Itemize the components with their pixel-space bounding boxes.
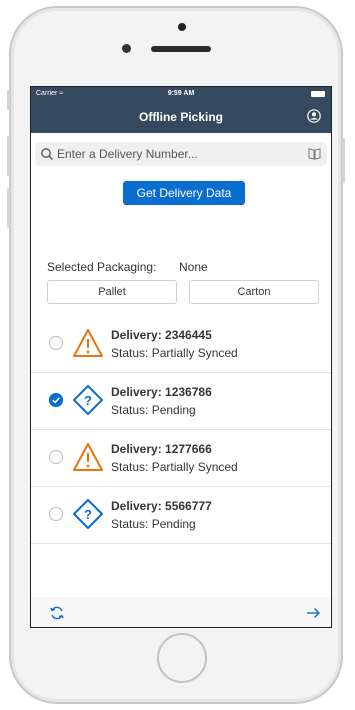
front-camera <box>122 44 131 53</box>
footer-toolbar <box>31 597 331 627</box>
pending-icon: ? <box>73 385 103 415</box>
app-screen: Carrier ≈ 9:59 AM Offline Picking Get De… <box>30 86 332 628</box>
delivery-row[interactable]: Delivery: 2346445 Status: Partially Sync… <box>31 316 331 373</box>
nav-bar: Offline Picking <box>31 101 331 133</box>
packaging-label: Selected Packaging: <box>47 260 157 274</box>
home-button[interactable] <box>157 633 207 683</box>
mute-switch <box>7 90 10 110</box>
svg-text:?: ? <box>84 393 92 408</box>
delivery-status: Status: Partially Synced <box>111 460 238 474</box>
warning-icon <box>73 443 103 471</box>
speaker <box>151 46 211 52</box>
camera <box>178 23 186 31</box>
delivery-number: Delivery: 1236786 <box>111 385 212 399</box>
delivery-number: Delivery: 1277666 <box>111 442 212 456</box>
sync-icon[interactable] <box>49 605 65 621</box>
delivery-status: Status: Pending <box>111 517 196 531</box>
row-radio[interactable] <box>49 336 63 350</box>
packaging-value: None <box>179 260 208 274</box>
row-radio[interactable] <box>49 450 63 464</box>
get-delivery-data-button[interactable]: Get Delivery Data <box>123 181 245 205</box>
svg-text:?: ? <box>84 507 92 522</box>
search-icon <box>41 148 53 160</box>
row-radio[interactable] <box>49 507 63 521</box>
volume-down-button <box>7 188 10 228</box>
warning-icon <box>73 329 103 357</box>
delivery-row[interactable]: ? Delivery: 1236786 Status: Pending <box>31 373 331 430</box>
page-title: Offline Picking <box>138 110 223 124</box>
volume-up-button <box>7 136 10 176</box>
user-profile-icon[interactable] <box>307 109 321 123</box>
carton-button[interactable]: Carton <box>189 280 319 304</box>
power-button <box>342 138 345 183</box>
battery-icon <box>311 91 325 97</box>
delivery-status: Status: Pending <box>111 403 196 417</box>
delivery-row[interactable]: ? Delivery: 5566777 Status: Pending <box>31 487 331 544</box>
search-bar <box>35 142 327 166</box>
pallet-button[interactable]: Pallet <box>47 280 177 304</box>
checked-radio-icon[interactable] <box>49 393 63 407</box>
arrow-right-icon[interactable] <box>305 605 321 621</box>
delivery-number-input[interactable] <box>57 145 297 163</box>
status-bar: Carrier ≈ 9:59 AM <box>31 87 331 101</box>
delivery-number: Delivery: 2346445 <box>111 328 212 342</box>
delivery-number: Delivery: 5566777 <box>111 499 212 513</box>
book-icon[interactable] <box>308 147 321 160</box>
delivery-status: Status: Partially Synced <box>111 346 238 360</box>
clock: 9:59 AM <box>167 90 195 97</box>
delivery-row[interactable]: Delivery: 1277666 Status: Partially Sync… <box>31 430 331 487</box>
pending-icon: ? <box>73 499 103 529</box>
delivery-list: Delivery: 2346445 Status: Partially Sync… <box>31 316 331 544</box>
